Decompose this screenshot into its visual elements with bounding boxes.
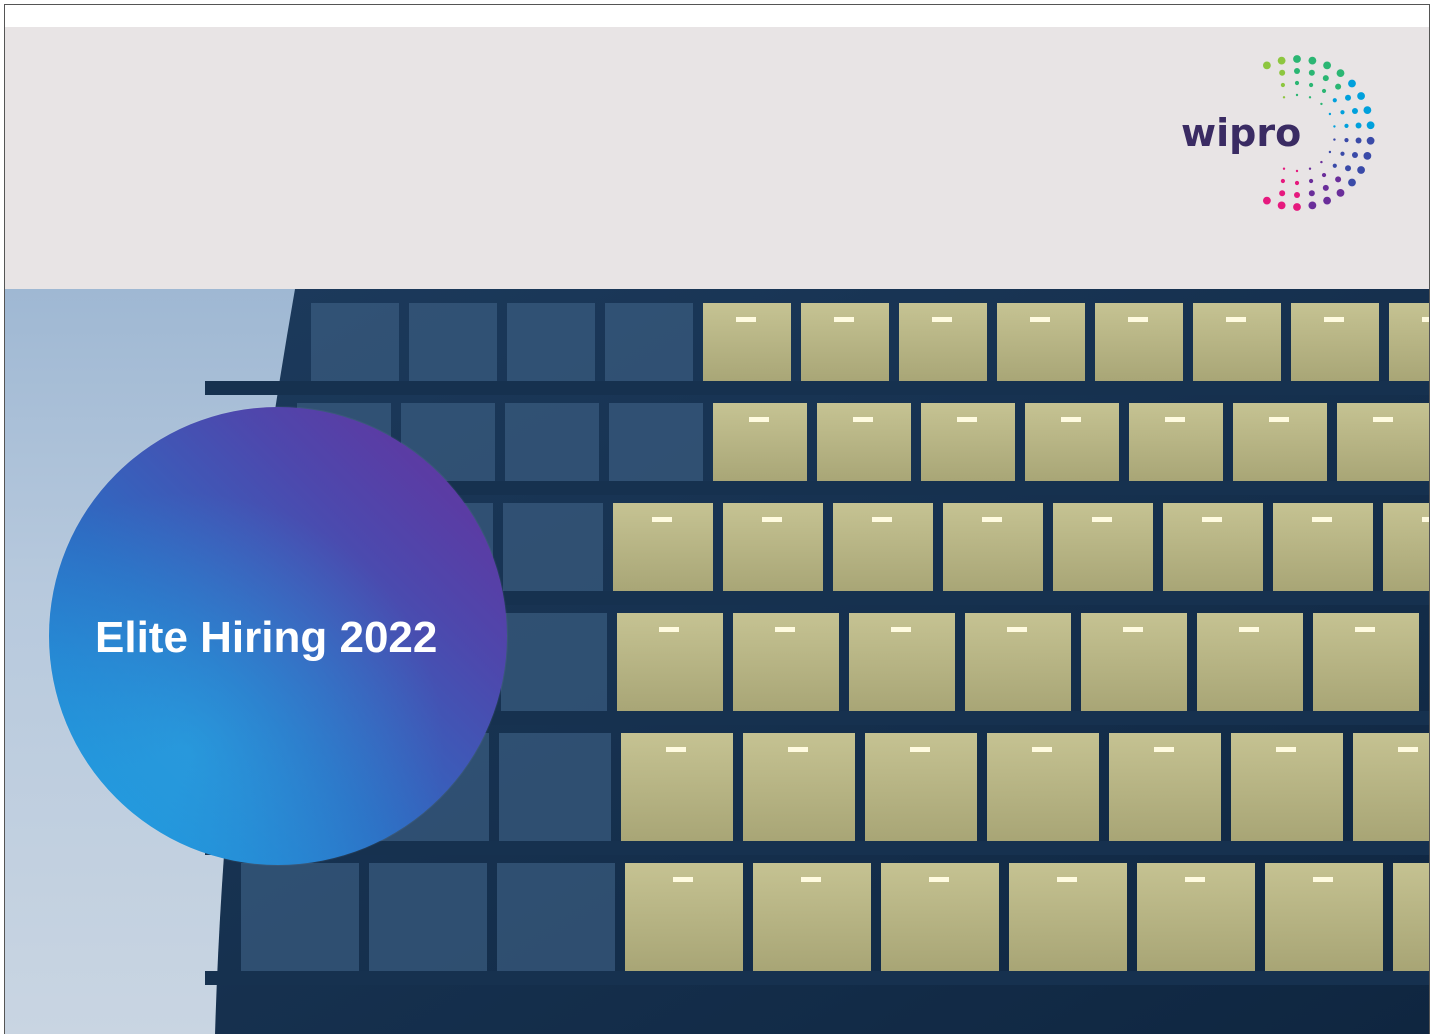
hero-title: Elite Hiring 2022 [95,613,438,662]
logo-wordmark: wipro [1181,111,1302,155]
wipro-logo: wipro [1177,53,1387,223]
slide-frame: wipro Elite Hiring 2022 [4,4,1430,1034]
